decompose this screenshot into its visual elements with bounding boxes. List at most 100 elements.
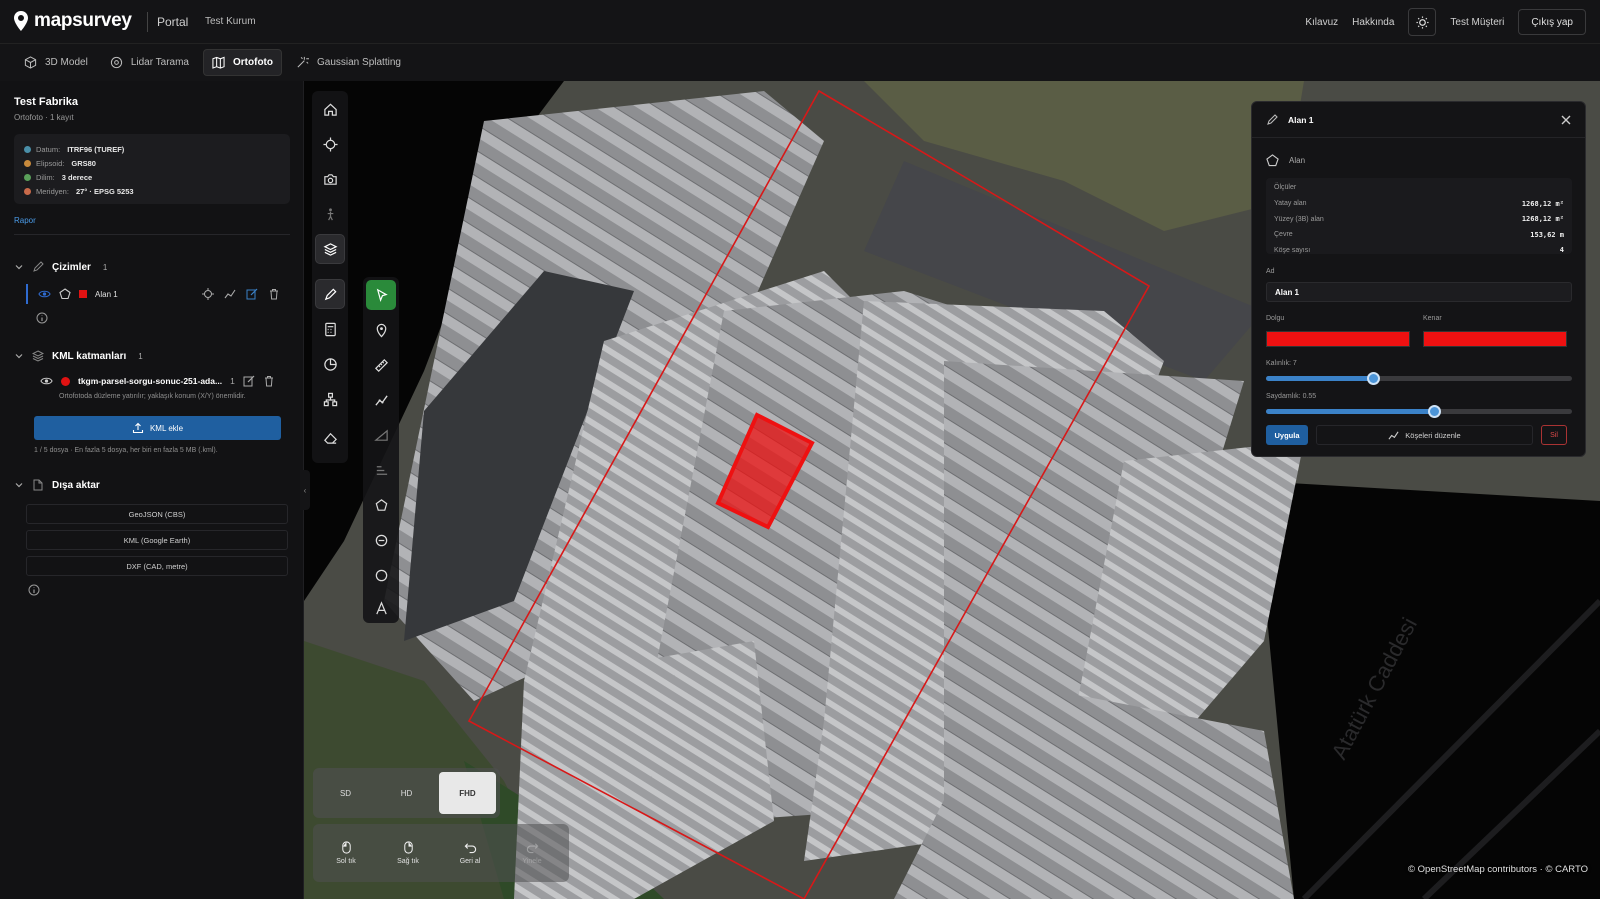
thickness-label: Kalınlık: 7 <box>1266 360 1297 367</box>
export-section-header[interactable]: Dışa aktar <box>14 479 100 491</box>
name-label: Ad <box>1266 268 1275 275</box>
tab-orthophoto[interactable]: Ortofoto <box>203 49 282 76</box>
close-icon[interactable] <box>1559 113 1573 127</box>
point-tool-button[interactable] <box>366 315 396 345</box>
control-label: Sol tık <box>336 858 356 865</box>
volume-tool-button[interactable] <box>366 525 396 555</box>
map-attribution[interactable]: © OpenStreetMap contributors · © CARTO <box>1408 864 1588 875</box>
select-tool-button[interactable] <box>366 280 396 310</box>
opacity-slider[interactable] <box>1266 405 1572 418</box>
slider-handle[interactable] <box>1428 405 1442 418</box>
resolution-fhd-button[interactable]: FHD <box>439 772 496 814</box>
eye-icon[interactable] <box>38 289 51 299</box>
export-geojson-button[interactable]: GeoJSON (CBS) <box>26 504 288 524</box>
drawing-item[interactable]: Alan 1 <box>26 284 288 304</box>
tab-lidar[interactable]: Lidar Tarama <box>102 49 197 76</box>
theme-toggle-button[interactable] <box>1408 8 1437 36</box>
trash-icon[interactable] <box>263 375 275 387</box>
polygon-tool-button[interactable] <box>366 490 396 520</box>
mouse-right-icon <box>403 841 413 854</box>
draw-tools-button[interactable] <box>315 279 345 309</box>
measurement-label: Yatay alan <box>1274 200 1307 208</box>
screenshot-button[interactable] <box>315 164 345 194</box>
fill-color-picker[interactable] <box>1266 331 1410 347</box>
measure-tool-button[interactable] <box>366 350 396 380</box>
hierarchy-button[interactable] <box>315 384 345 414</box>
export-kml-button[interactable]: KML (Google Earth) <box>26 530 288 550</box>
tab-3d-model[interactable]: 3D Model <box>16 49 96 76</box>
delete-button[interactable]: Sil <box>1541 425 1567 445</box>
edit-vertices-icon[interactable] <box>224 288 236 300</box>
cube-icon <box>24 56 37 69</box>
eraser-button[interactable] <box>315 422 345 452</box>
edge-color-picker[interactable] <box>1423 331 1567 347</box>
circle-tool-button[interactable] <box>366 560 396 590</box>
chevron-down-icon <box>15 265 23 270</box>
tab-label: 3D Model <box>45 57 88 68</box>
name-field[interactable]: Alan 1 <box>1266 282 1572 302</box>
resolution-hd-button[interactable]: HD <box>378 772 435 814</box>
slider-fill <box>1266 376 1374 381</box>
pie-chart-icon <box>323 357 337 371</box>
logout-button[interactable]: Çıkış yap <box>1518 9 1586 35</box>
walk-button[interactable] <box>315 199 345 229</box>
collapse-sidebar-button[interactable]: ‹ <box>300 470 310 510</box>
about-link[interactable]: Hakkında <box>1352 17 1394 28</box>
layers-icon <box>323 242 337 256</box>
left-click-button[interactable]: Sol tık <box>317 828 375 878</box>
kml-file-name: tkgm-parsel-sorgu-sonuc-251-ada... <box>78 376 223 386</box>
layers-button[interactable] <box>315 234 345 264</box>
kml-file-item[interactable]: tkgm-parsel-sorgu-sonuc-251-ada... 1 <box>40 375 290 387</box>
eye-icon[interactable] <box>40 376 53 386</box>
user-name[interactable]: Test Müşteri <box>1450 17 1504 28</box>
polyline-tool-button[interactable] <box>366 385 396 415</box>
right-click-button[interactable]: Sağ tık <box>379 828 437 878</box>
undo-button[interactable]: Geri al <box>441 828 499 878</box>
edit-icon[interactable] <box>243 375 255 387</box>
portal-link[interactable]: Portal <box>157 15 188 29</box>
info-value: GRS80 <box>71 158 96 168</box>
info-value: ITRF96 (TUREF) <box>67 144 125 154</box>
analysis-button[interactable] <box>315 349 345 379</box>
home-button[interactable] <box>315 94 345 124</box>
profile-tool-button[interactable] <box>366 455 396 485</box>
tab-label: Ortofoto <box>233 57 273 68</box>
redo-button[interactable]: Yinele <box>503 828 561 878</box>
info-icon[interactable] <box>28 584 40 596</box>
guide-link[interactable]: Kılavuz <box>1305 17 1338 28</box>
trash-icon[interactable] <box>268 288 280 300</box>
layers-icon <box>32 350 44 362</box>
text-icon <box>375 600 387 614</box>
thickness-slider[interactable] <box>1266 372 1572 385</box>
angle-tool-button[interactable] <box>366 420 396 450</box>
edit-vertices-button[interactable]: Köşeleri düzenle <box>1316 425 1533 445</box>
divider <box>147 12 148 32</box>
tab-gaussian-splatting[interactable]: Gaussian Splatting <box>288 49 409 76</box>
kml-section-header[interactable]: KML katmanları 1 <box>14 350 143 362</box>
crosshair-icon[interactable] <box>202 288 214 300</box>
logo[interactable]: mapsurvey <box>14 10 132 32</box>
edit-icon[interactable] <box>246 288 258 300</box>
drawings-section-header[interactable]: Çizimler 1 <box>14 261 107 273</box>
slider-handle[interactable] <box>1367 372 1381 385</box>
map-icon <box>212 56 225 69</box>
file-icon <box>33 479 43 491</box>
text-tool-button[interactable] <box>366 593 396 623</box>
resolution-sd-button[interactable]: SD <box>317 772 374 814</box>
tab-label: Gaussian Splatting <box>317 57 401 68</box>
project-subtitle: Ortofoto · 1 kayıt <box>14 113 74 122</box>
scan-icon <box>110 56 122 69</box>
feature-properties-panel: Alan 1 Alan Ölçüler Yatay alan 1268,12 m²… <box>1251 101 1586 457</box>
fill-label: Dolgu <box>1266 315 1285 322</box>
slider-fill <box>1266 409 1435 414</box>
chevron-down-icon <box>15 483 23 488</box>
locate-button[interactable] <box>315 129 345 159</box>
polygon-icon <box>1266 154 1279 167</box>
info-icon[interactable] <box>36 312 48 324</box>
apply-button[interactable]: Uygula <box>1266 425 1308 445</box>
export-dxf-button[interactable]: DXF (CAD, metre) <box>26 556 288 576</box>
report-link[interactable]: Rapor <box>14 216 36 225</box>
add-kml-button[interactable]: KML ekle <box>34 416 281 440</box>
control-label: Geri al <box>459 858 481 865</box>
calculator-button[interactable] <box>315 314 345 344</box>
